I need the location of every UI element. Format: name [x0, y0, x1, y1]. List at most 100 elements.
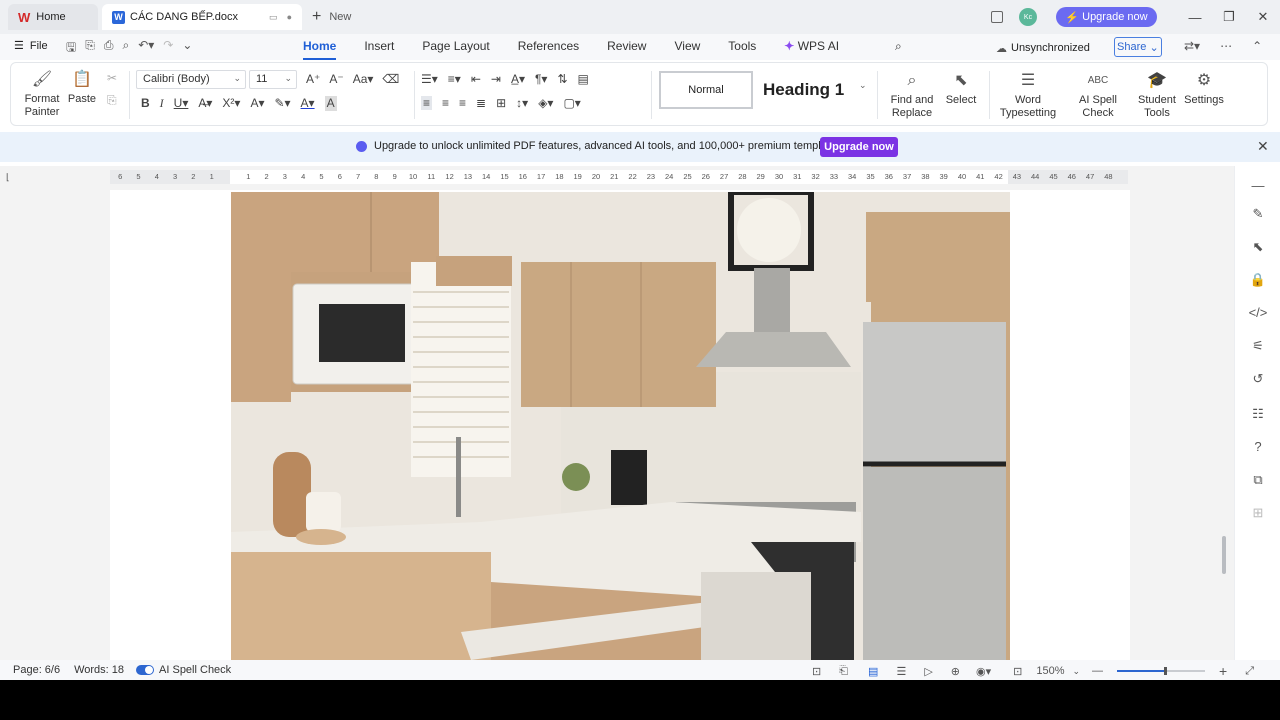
window-layout-icon[interactable] [991, 11, 1003, 23]
new-tab-button[interactable]: + New [312, 8, 351, 26]
read-mode-icon[interactable]: ⎗ [839, 665, 848, 678]
collapse-ribbon-icon[interactable]: ⌃ [1252, 39, 1262, 53]
font-color-icon[interactable]: A▾ [301, 96, 315, 111]
decrease-indent-icon[interactable]: ⇤ [471, 72, 481, 86]
zoom-slider-thumb[interactable] [1164, 667, 1168, 675]
bold-icon[interactable]: B [141, 96, 150, 111]
minimize-button[interactable]: — [1178, 10, 1212, 25]
paste-button[interactable]: 📋 Paste [65, 71, 99, 106]
char-shading-icon[interactable]: A [324, 96, 337, 111]
table-grid-icon[interactable]: ▤ [578, 72, 589, 86]
tab-document[interactable]: W CÁC DANG BẾP.docx ▭ ● [102, 4, 302, 30]
close-window-button[interactable]: ✕ [1246, 9, 1280, 25]
clear-format-icon[interactable]: ⌫ [382, 72, 399, 86]
format-painter-button[interactable]: 🖌 Format Painter [21, 71, 63, 119]
pen-icon[interactable]: ✎ [1248, 204, 1268, 224]
bullets-icon[interactable]: ☰▾ [421, 72, 438, 86]
banner-upgrade-button[interactable]: Upgrade now [820, 137, 898, 157]
strikethrough-icon[interactable]: A̶▾ [198, 96, 212, 111]
page-view-icon[interactable]: ▤ [868, 665, 878, 678]
code-icon[interactable]: </> [1248, 303, 1268, 323]
minimize-pane-icon[interactable]: — [1248, 176, 1268, 196]
redo-icon[interactable]: ↷ [163, 38, 173, 59]
font-size-select[interactable]: 11 ⌄ [249, 70, 297, 89]
shading-icon[interactable]: ◈▾ [538, 96, 553, 110]
line-spacing-icon[interactable]: ↕▾ [516, 96, 528, 110]
grid-icon[interactable]: ⊞ [1248, 503, 1268, 523]
find-replace-button[interactable]: ⌕ Find and Replace [887, 72, 937, 120]
tab-close-dot-icon[interactable]: ● [287, 12, 292, 23]
tab-tools[interactable]: Tools [728, 39, 756, 54]
upgrade-now-button[interactable]: ⚡ Upgrade now [1056, 7, 1157, 27]
restore-button[interactable]: ❐ [1212, 9, 1246, 25]
styles-expand-icon[interactable]: ⌄ [859, 80, 867, 91]
style-heading1-button[interactable]: Heading 1 [763, 71, 844, 109]
more-options-icon[interactable]: ⋯ [1220, 39, 1232, 53]
align-left-icon[interactable]: ≡ [421, 96, 433, 110]
tab-monitor-icon[interactable]: ▭ [269, 12, 278, 23]
student-tools-button[interactable]: 🎓 Student Tools [1135, 72, 1179, 120]
print-preview-icon[interactable]: ⌕ [122, 38, 129, 59]
undo-icon[interactable]: ↶▾ [138, 38, 154, 59]
word-count[interactable]: Words: 18 [74, 664, 124, 676]
cursor-select-icon[interactable]: ⬉ [1248, 237, 1268, 257]
clipboard-check-icon[interactable]: ⧉ [1248, 470, 1268, 490]
fullscreen-icon[interactable]: ⤢ [1245, 665, 1254, 678]
cut-icon[interactable]: ✂ [107, 71, 117, 85]
font-name-select[interactable]: Calibri (Body) ⌄ [136, 70, 246, 89]
text-effects-icon[interactable]: A▾ [250, 96, 264, 111]
export-icon[interactable]: ⎘ [85, 38, 95, 59]
justify-icon[interactable]: ≣ [476, 96, 486, 110]
ai-spell-check-button[interactable]: ABC AI Spell Check [1063, 72, 1133, 120]
avatar[interactable]: Kc [1019, 8, 1037, 26]
sync-status[interactable]: Unsynchronized [1011, 42, 1090, 54]
close-icon[interactable]: ✕ [1257, 138, 1269, 155]
tab-home[interactable]: W Home [8, 4, 98, 30]
tab-stop-selector[interactable]: ⌊ [6, 172, 10, 183]
vertical-scrollbar[interactable] [1222, 536, 1226, 574]
history-icon[interactable]: ↺ [1248, 369, 1268, 389]
zoom-out-icon[interactable]: — [1092, 665, 1103, 677]
outline-view-icon[interactable]: ☰ [896, 665, 906, 678]
change-case-icon[interactable]: Aa▾ [353, 72, 374, 86]
sliders-icon[interactable]: ⚟ [1248, 336, 1268, 356]
tab-wps-ai[interactable]: ✦ WPS AI [784, 39, 867, 54]
sort-icon[interactable]: ⇅ [557, 72, 567, 86]
tab-insert[interactable]: Insert [364, 39, 394, 54]
play-icon[interactable]: ▷ [924, 665, 932, 678]
settings-button[interactable]: ⚙ Settings [1181, 72, 1227, 107]
align-right-icon[interactable]: ≡ [459, 96, 466, 110]
grow-font-icon[interactable]: A⁺ [306, 72, 320, 86]
page-indicator[interactable]: Page: 6/6 [13, 664, 60, 676]
superscript-icon[interactable]: X²▾ [222, 96, 240, 111]
kitchen-photo[interactable] [231, 192, 1010, 660]
word-typesetting-button[interactable]: ☰ Word Typesetting [995, 72, 1061, 120]
increase-indent-icon[interactable]: ⇥ [491, 72, 501, 86]
italic-icon[interactable]: I [160, 96, 164, 111]
focus-mode-icon[interactable]: ⊡ [812, 665, 821, 678]
zoom-in-icon[interactable]: + [1219, 663, 1227, 679]
lock-icon[interactable]: 🔒 [1248, 270, 1268, 290]
print-icon[interactable]: ⎙ [104, 38, 114, 59]
tab-page-layout[interactable]: Page Layout [422, 39, 489, 54]
outline-icon[interactable]: ☷ [1248, 404, 1268, 424]
collaboration-icon[interactable]: ⇄▾ [1184, 39, 1200, 53]
text-direction-icon[interactable]: A̲▾ [511, 72, 525, 86]
zoom-slider[interactable] [1117, 667, 1206, 675]
zoom-level[interactable]: 150% [1036, 665, 1064, 677]
align-center-icon[interactable]: ≡ [442, 96, 449, 110]
tab-home-ribbon[interactable]: Home [303, 39, 337, 60]
shrink-font-icon[interactable]: A⁻ [329, 72, 343, 86]
spell-check-toggle[interactable]: AI Spell Check [136, 664, 231, 676]
share-button[interactable]: Share ⌄ [1113, 37, 1162, 57]
numbering-icon[interactable]: ≡▾ [448, 72, 461, 86]
highlight-icon[interactable]: ✎▾ [274, 96, 290, 111]
paragraph-mark-icon[interactable]: ¶▾ [535, 72, 547, 86]
fit-page-icon[interactable]: ⊡ [1013, 665, 1022, 678]
search-icon[interactable]: ⌕ [895, 39, 902, 54]
more-chevron-icon[interactable]: ⌄ [182, 38, 192, 59]
eye-protection-icon[interactable]: ◉▾ [976, 665, 991, 678]
underline-icon[interactable]: U▾ [174, 96, 189, 111]
tab-view[interactable]: View [674, 39, 700, 54]
zoom-dropdown-icon[interactable]: ⌄ [1072, 666, 1080, 677]
